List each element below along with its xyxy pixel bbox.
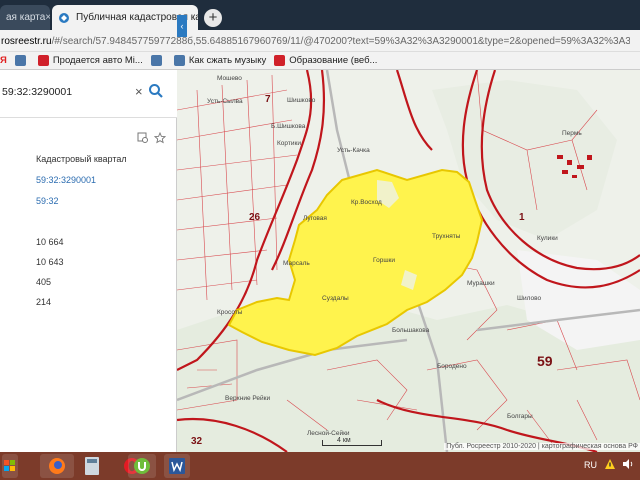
search-icon[interactable] [148,83,164,99]
bookmark-label: Как сжать музыку [188,55,267,66]
favorite-star-icon[interactable] [154,132,166,144]
search-box: × [0,70,177,118]
place-label: Мошево [217,75,242,82]
address-bar: rosreestr.ru/#/search/57.94845775977288б… [0,30,640,52]
zoom-to-icon[interactable] [137,132,149,144]
place-label: Бородено [437,363,467,370]
vk-icon [150,55,162,66]
bookmark-auto[interactable]: Продается авто Mi... [37,55,143,66]
auto-site-icon [37,55,49,66]
map-attribution: Публ. Росреестр 2010-2020 | картографиче… [444,443,640,450]
bookmark-education[interactable]: Образование (веб... [274,55,377,66]
place-label: Усть-Сылва [207,98,243,105]
bookmark-vk-2[interactable] [150,55,166,66]
bookmark-music[interactable]: Как сжать музыку [173,55,267,66]
education-site-icon [274,55,286,66]
windows-logo-icon [4,460,15,471]
taskbar-firefox[interactable] [40,454,74,478]
clear-search-icon[interactable]: × [135,84,143,99]
network-warning-icon[interactable] [604,458,616,470]
taskbar-calculator[interactable] [80,454,104,478]
zone-number: 32 [191,436,203,447]
place-label: Суздалы [322,295,349,302]
place-label: Горшки [373,257,395,264]
new-tab-button[interactable]: + [204,9,222,27]
info-value-3: 405 [36,277,52,287]
zone-number: 59 [537,353,553,369]
place-label: Болгары [507,413,533,420]
close-tab-icon[interactable]: × [45,12,50,23]
tab-previous[interactable]: ая карта × [0,5,50,30]
start-button[interactable] [2,454,18,478]
vk-icon [173,55,185,66]
url-domain: rosreestr.ru [1,36,52,47]
search-input[interactable] [2,86,132,98]
info-value-1: 10 664 [36,237,64,247]
scale-label: 4 км [337,437,351,444]
place-label: Шилово [517,295,541,302]
collapse-panel-button[interactable]: ‹ [177,15,187,37]
map-view[interactable]: Мошево Усть-Сылва Шишково Б.Шишкова Корт… [177,70,640,452]
bookmark-label: Образование (веб... [289,55,378,66]
taskbar-word[interactable] [164,454,190,478]
zone-number: 26 [249,212,261,223]
yandex-icon: Я [0,55,7,66]
firefox-icon [49,458,65,474]
calculator-icon [85,457,99,475]
object-type: Кадастровый квартал [36,154,127,164]
info-value-2: 10 643 [36,257,64,267]
scale-bar [322,440,382,446]
place-label: Шишково [287,97,316,104]
info-value-4: 214 [36,297,52,307]
bookmark-yandex[interactable]: Я [0,55,7,66]
place-label: Верхние Рейки [225,394,271,402]
taskbar: RU [0,452,640,480]
cadastral-number-link[interactable]: 59:32:3290001 [36,175,96,185]
info-panel: × Кадастровый квартал 59:32:3290001 59:3… [0,70,177,452]
volume-icon[interactable] [622,458,634,470]
zone-number: 7 [265,94,271,105]
url-path: /#/search/57.94845775977288б,55.64885167… [51,36,630,47]
taskbar-utorrent[interactable] [128,454,156,478]
place-label: Марсаль [283,260,310,267]
place-label: Кулики [537,235,558,242]
place-label: Пермь [562,130,582,137]
place-label: Усть-Качка [337,147,370,154]
utorrent-icon [134,458,150,474]
url-field[interactable]: rosreestr.ru/#/search/57.94845775977288б… [0,33,630,50]
place-label: Кросоты [217,309,243,316]
place-label: Луговая [303,215,327,222]
place-label: Трухняты [432,233,461,240]
district-link[interactable]: 59:32 [36,196,59,206]
bookmark-label: Продается авто Mi... [52,55,143,66]
place-label: Кр.Восход [351,199,382,206]
place-label: Большакова [392,327,430,334]
bookmarks-bar: Я Продается авто Mi... Как сжать музыку … [0,52,640,70]
vk-icon [14,55,26,66]
place-label: Б.Шишкова [271,123,306,130]
place-label: Лесной-Сейки [307,429,350,437]
zone-number: 1 [519,212,525,223]
bookmark-vk[interactable] [14,55,30,66]
place-label: Мурашки [467,280,495,287]
place-label: Кортики [277,140,301,147]
language-indicator[interactable]: RU [584,460,597,470]
cadastral-logo-icon [59,12,69,23]
map-canvas: Мошево Усть-Сылва Шишково Б.Шишкова Корт… [177,70,640,452]
tab-bar: ая карта × Публичная кадастровая карта ×… [0,0,640,30]
word-icon [169,458,185,474]
tab-label: ая карта [6,12,46,23]
